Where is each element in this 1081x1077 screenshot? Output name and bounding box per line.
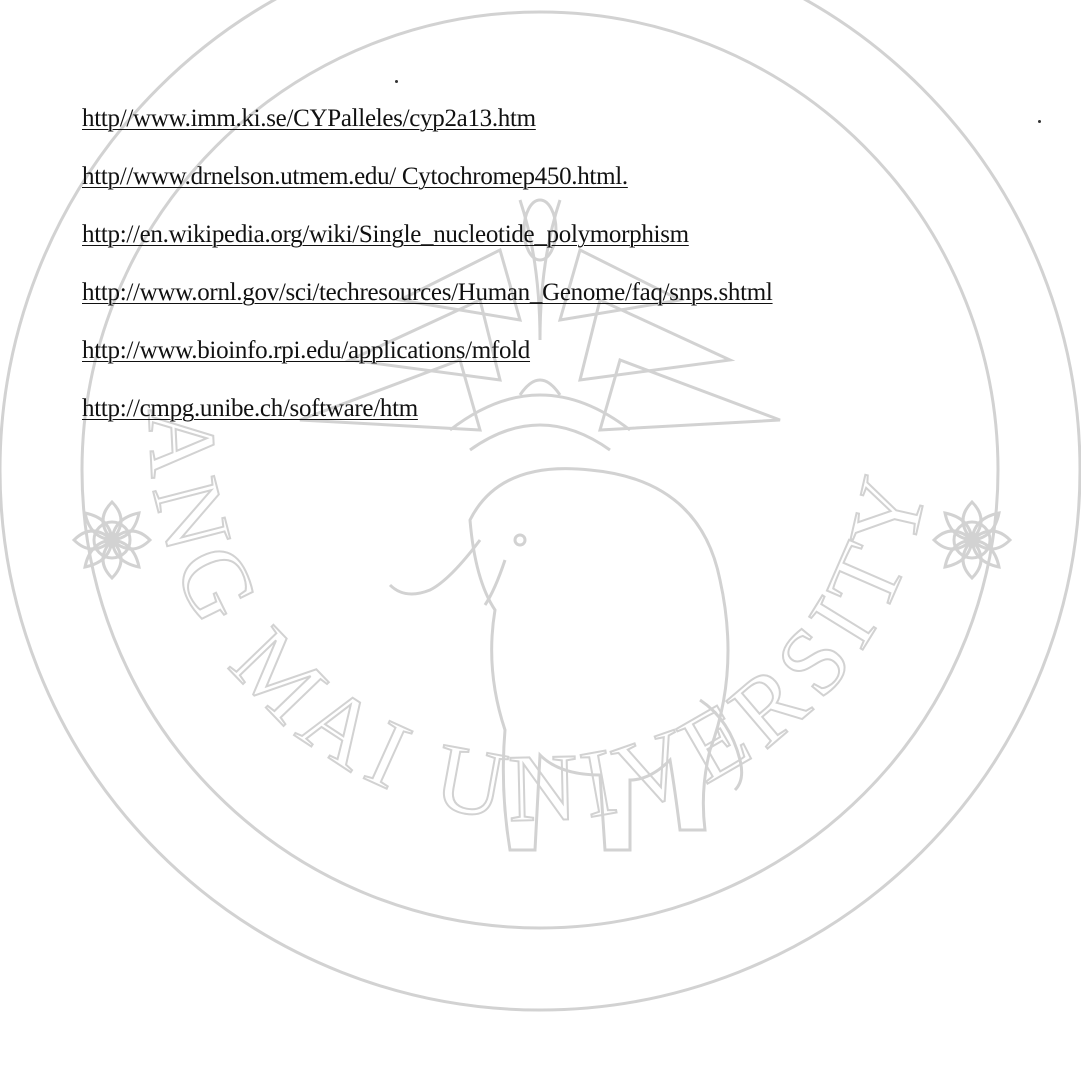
reference-list: http//www.imm.ki.se/CYPalleles/cyp2a13.h… (82, 103, 773, 451)
reference-link[interactable]: http://en.wikipedia.org/wiki/Single_nucl… (82, 221, 689, 248)
left-flower-ornament-icon (71, 499, 153, 581)
reference-link[interactable]: http://cmpg.unibe.ch/software/htm (82, 395, 418, 422)
right-flower-ornament-icon (931, 499, 1013, 581)
scan-speck (395, 80, 398, 83)
list-item: http://www.bioinfo.rpi.edu/applications/… (82, 335, 773, 393)
list-item: http://cmpg.unibe.ch/software/htm (82, 393, 773, 451)
list-item: http//www.drnelson.utmem.edu/ Cytochrome… (82, 161, 773, 219)
list-item: http://en.wikipedia.org/wiki/Single_nucl… (82, 219, 773, 277)
reference-link[interactable]: http://www.ornl.gov/sci/techresources/Hu… (82, 279, 773, 306)
reference-link[interactable]: http//www.imm.ki.se/CYPalleles/cyp2a13.h… (82, 105, 536, 132)
elephant-icon (388, 467, 744, 852)
list-item: http://www.ornl.gov/sci/techresources/Hu… (82, 277, 773, 335)
scan-speck (1038, 120, 1041, 123)
document-page: CHIANG MAI UNIVERSITY 1964 http//www.imm… (0, 0, 1081, 1077)
reference-link[interactable]: http://www.bioinfo.rpi.edu/applications/… (82, 337, 530, 364)
reference-link[interactable]: http//www.drnelson.utmem.edu/ Cytochrome… (82, 163, 628, 190)
list-item: http//www.imm.ki.se/CYPalleles/cyp2a13.h… (82, 103, 773, 161)
